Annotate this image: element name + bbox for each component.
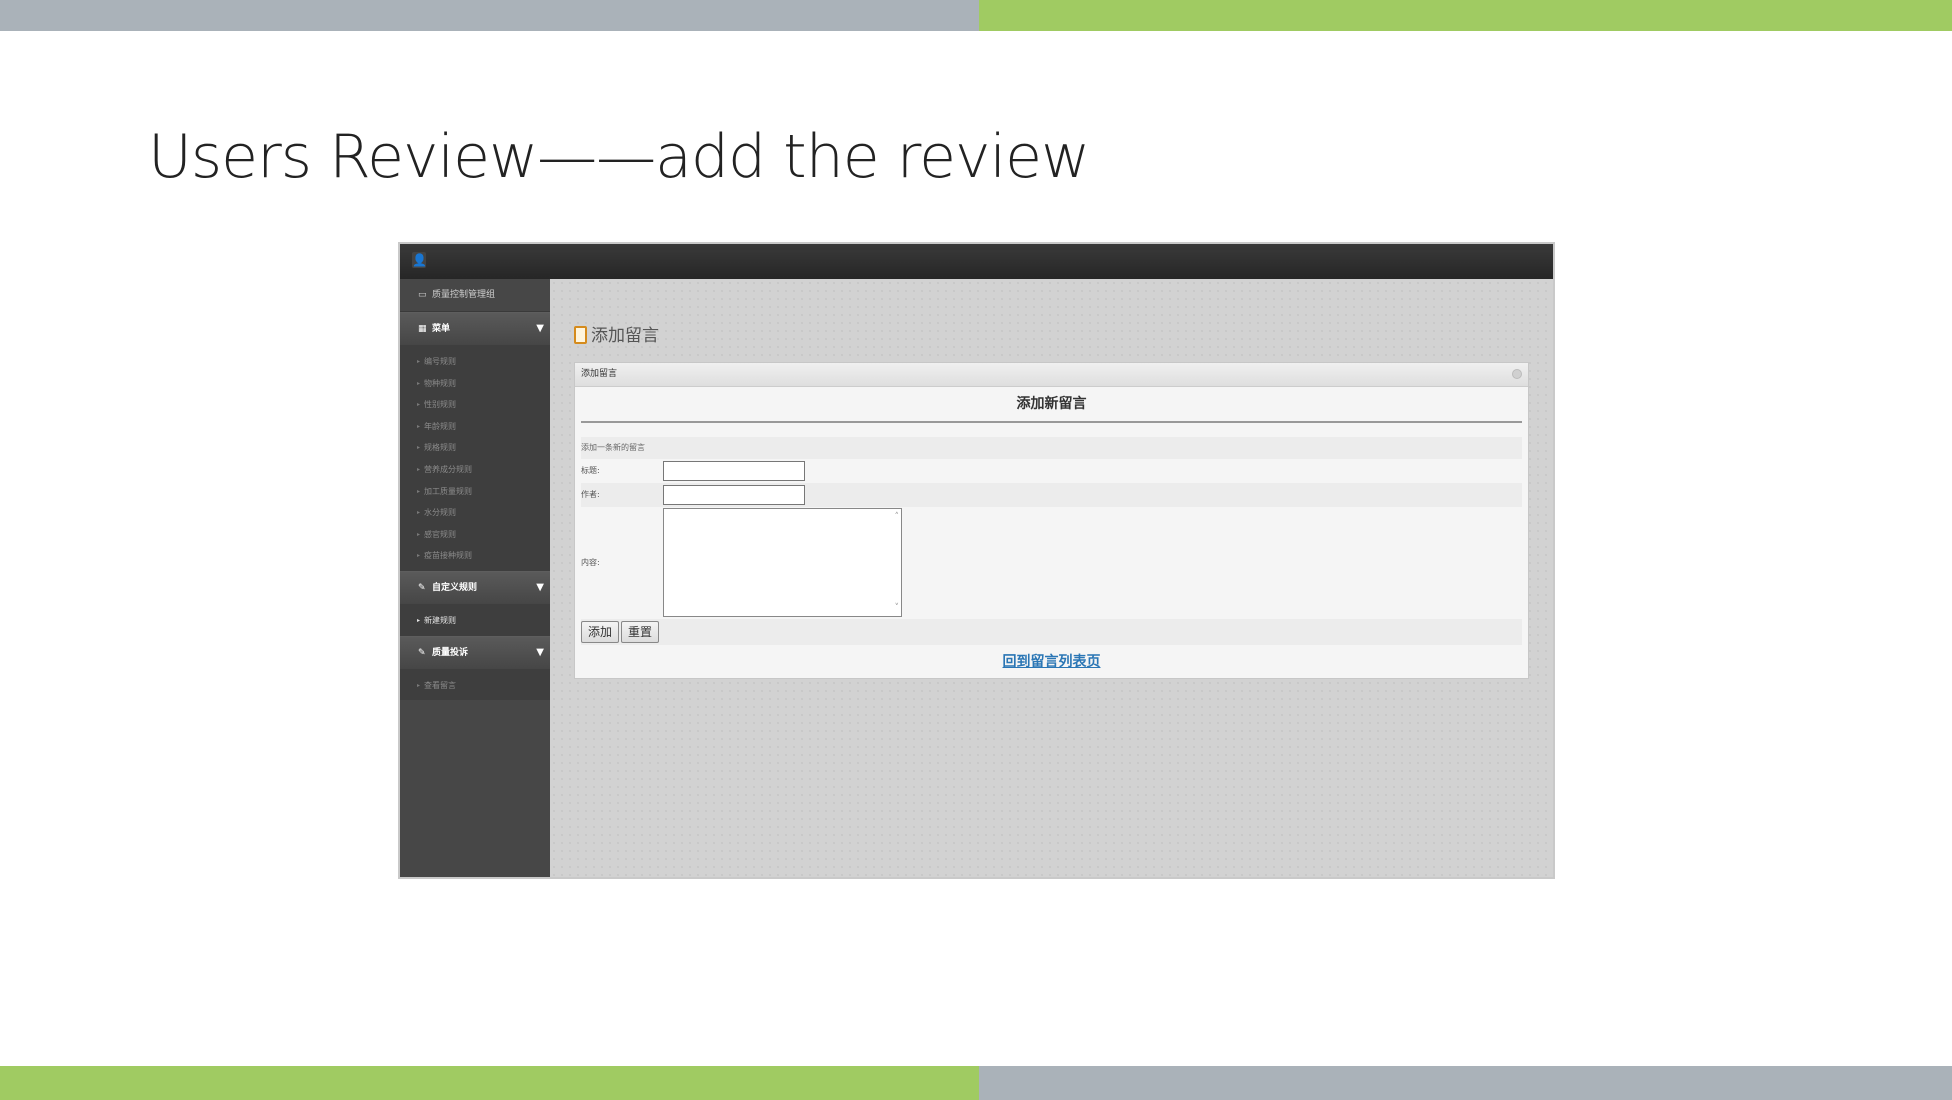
- sidebar-item[interactable]: 加工质量规则: [400, 481, 550, 503]
- sidebar-list-menu: 编号规则 物种规则 性别规则 年龄规则 规格规则 营养成分规则 加工质量规则 水…: [400, 345, 550, 571]
- sidebar-item-view-messages[interactable]: 查看留言: [400, 675, 550, 697]
- title-input[interactable]: [663, 461, 805, 481]
- scroll-down-icon[interactable]: ˅: [895, 603, 900, 613]
- top-gray-band: [0, 0, 979, 31]
- top-green-band: [979, 0, 1952, 31]
- sidebar-item[interactable]: 编号规则: [400, 351, 550, 373]
- author-input[interactable]: [663, 485, 805, 505]
- add-button[interactable]: 添加: [581, 621, 620, 643]
- sidebar-section-label: 自定义规则: [432, 582, 478, 593]
- sidebar-section-complaints[interactable]: ✎ 质量投诉 ▼: [400, 635, 550, 669]
- slide-title: Users Review——add the review: [148, 122, 1090, 192]
- sidebar-list-custom-rules: 新建规则: [400, 603, 550, 636]
- sidebar-item[interactable]: 感官规则: [400, 524, 550, 546]
- bottom-gray-band: [979, 1066, 1952, 1100]
- sidebar-brand[interactable]: ▭ 质量控制管理组: [400, 279, 550, 312]
- content-row: 内容: ˄ ˅: [581, 507, 1522, 619]
- content-label: 内容:: [581, 558, 600, 567]
- inbox-icon: ▭: [418, 290, 427, 300]
- sidebar-item-new-rule[interactable]: 新建规则: [400, 610, 550, 632]
- sidebar-brand-label: 质量控制管理组: [432, 290, 496, 300]
- page-heading: 添加留言: [574, 321, 659, 346]
- close-icon[interactable]: [1512, 369, 1522, 379]
- caret-down-icon: ▼: [536, 323, 544, 334]
- main-content: 添加留言 添加留言 添加新留言 添加一条新的留言 标题: 作者: 内容: ˄ ˅…: [550, 279, 1553, 877]
- app-topbar: 👤: [400, 244, 1553, 279]
- brush-icon: ✎: [418, 582, 426, 593]
- add-message-panel: 添加留言 添加新留言 添加一条新的留言 标题: 作者: 内容: ˄ ˅ 添加 重…: [574, 362, 1529, 679]
- sidebar-item[interactable]: 规格规则: [400, 437, 550, 459]
- sidebar-item[interactable]: 性别规则: [400, 394, 550, 416]
- scroll-up-icon[interactable]: ˄: [895, 512, 900, 522]
- sidebar: ▭ 质量控制管理组 ▦ 菜单 ▼ 编号规则 物种规则 性别规则 年龄规则 规格规则 …: [400, 279, 550, 877]
- content-textarea[interactable]: ˄ ˅: [663, 508, 902, 617]
- sidebar-item[interactable]: 疫苗接种规则: [400, 545, 550, 567]
- panel-header: 添加留言: [575, 363, 1528, 387]
- back-to-list-link[interactable]: 回到留言列表页: [575, 651, 1528, 671]
- button-row: 添加 重置: [581, 619, 1522, 645]
- reset-button[interactable]: 重置: [621, 621, 660, 643]
- sidebar-section-label: 质量投诉: [432, 647, 469, 658]
- sidebar-item[interactable]: 物种规则: [400, 373, 550, 395]
- sidebar-list-complaints: 查看留言: [400, 668, 550, 701]
- sidebar-section-label: 菜单: [432, 324, 451, 334]
- sidebar-item[interactable]: 营养成分规则: [400, 459, 550, 481]
- sidebar-section-menu[interactable]: ▦ 菜单 ▼: [400, 312, 550, 345]
- user-icon[interactable]: 👤: [412, 252, 427, 268]
- sidebar-item[interactable]: 年龄规则: [400, 416, 550, 438]
- form-title: 添加新留言: [581, 387, 1522, 423]
- caret-down-icon: ▼: [536, 581, 544, 593]
- sidebar-section-custom-rules[interactable]: ✎ 自定义规则 ▼: [400, 570, 550, 604]
- page-heading-text: 添加留言: [591, 326, 659, 346]
- grid-icon: ▦: [418, 324, 427, 334]
- app-screenshot: 👤 ▭ 质量控制管理组 ▦ 菜单 ▼ 编号规则 物种规则 性别规则 年龄规则 规格规…: [398, 242, 1555, 879]
- panel-title: 添加留言: [581, 369, 618, 379]
- bottom-green-band: [0, 1066, 979, 1100]
- title-row: 标题:: [581, 459, 1522, 483]
- title-label: 标题:: [581, 466, 600, 475]
- author-row: 作者:: [581, 483, 1522, 507]
- form-subtitle: 添加一条新的留言: [581, 437, 1522, 459]
- sidebar-item[interactable]: 水分规则: [400, 502, 550, 524]
- brush-icon: ✎: [418, 647, 426, 658]
- clipboard-icon: [574, 326, 587, 344]
- caret-down-icon: ▼: [536, 646, 544, 658]
- author-label: 作者:: [581, 490, 600, 499]
